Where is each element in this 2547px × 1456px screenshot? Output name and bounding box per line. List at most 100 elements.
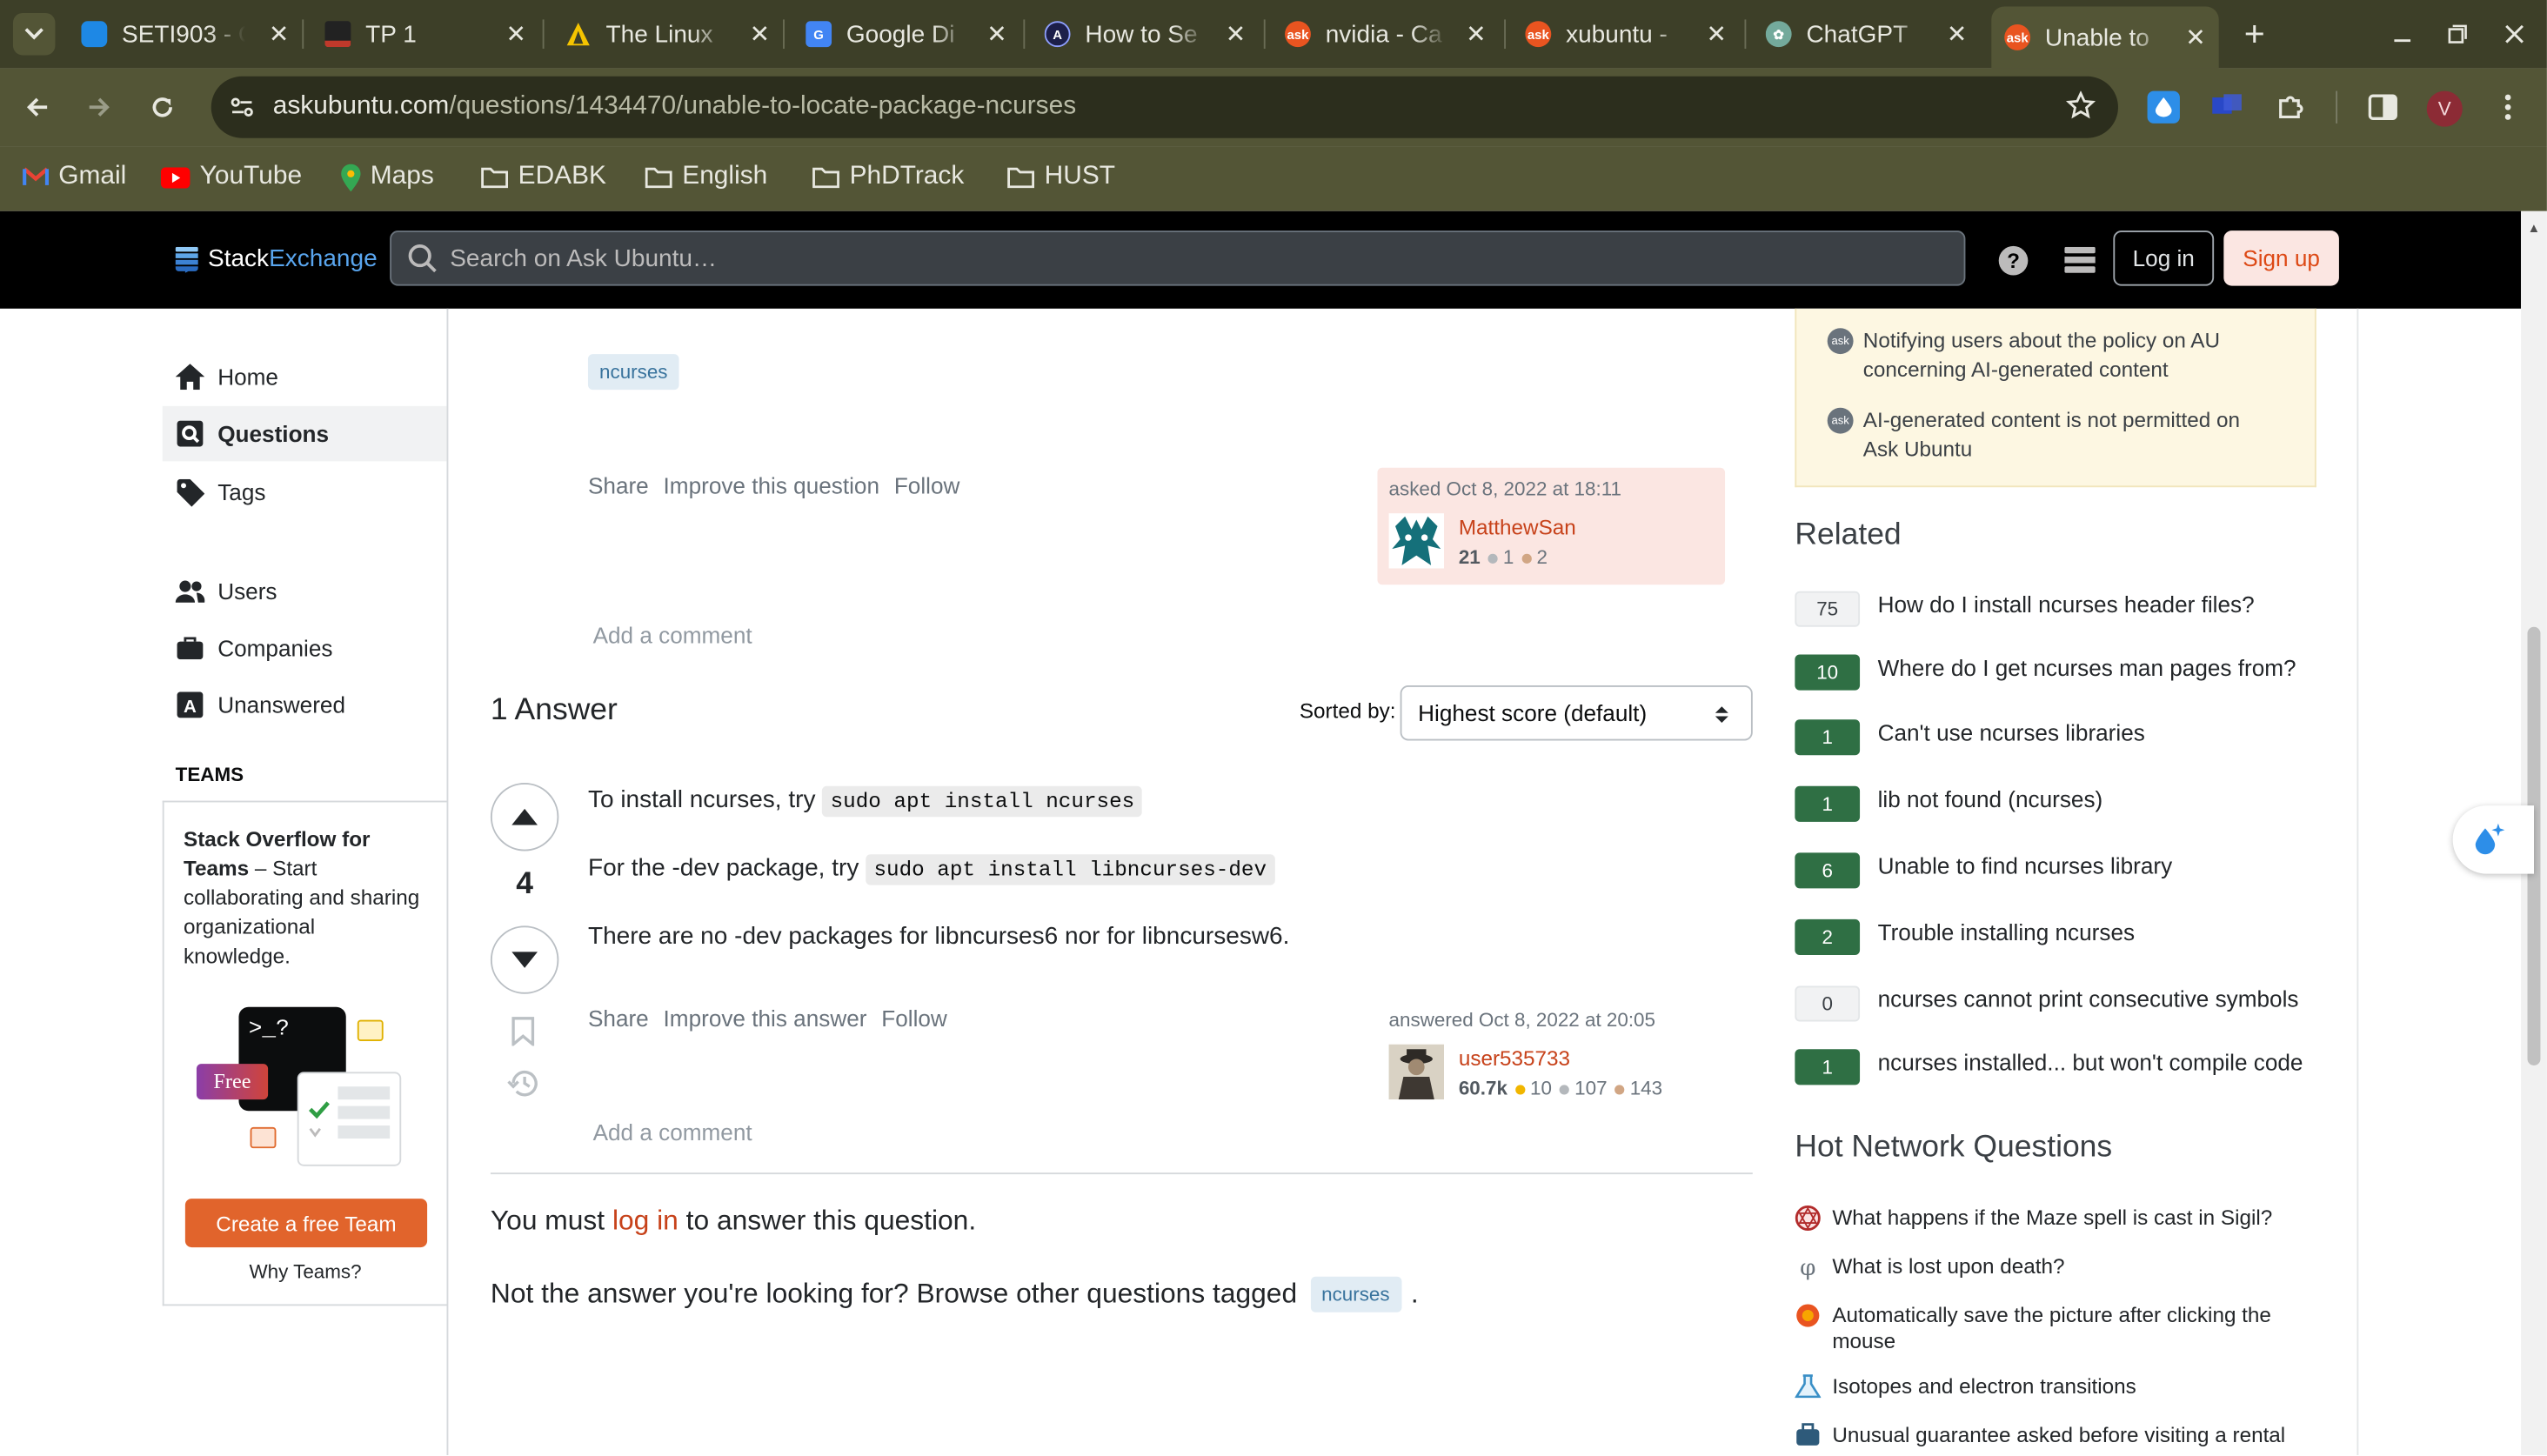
sort-select[interactable]: Highest score (default) xyxy=(1400,685,1753,741)
signup-button[interactable]: Sign up xyxy=(2223,230,2339,286)
follow-question-link[interactable]: Follow xyxy=(894,472,960,498)
back-button[interactable] xyxy=(19,90,55,125)
nav-users[interactable]: Users xyxy=(175,567,277,616)
related-question[interactable]: 10 Where do I get ncurses man pages from? xyxy=(1795,653,2316,704)
bookmark-folder-hust[interactable]: HUST xyxy=(1007,159,1115,195)
site-switcher-icon[interactable] xyxy=(2064,246,2096,283)
bookmark-youtube[interactable]: YouTube xyxy=(160,159,302,195)
close-icon xyxy=(2505,24,2524,43)
create-team-button[interactable]: Create a free Team xyxy=(184,1199,428,1248)
restore-button[interactable] xyxy=(2440,17,2476,52)
bookmark-folder-english[interactable]: English xyxy=(645,159,767,195)
extension-drop-icon[interactable] xyxy=(2147,90,2180,124)
address-bar[interactable]: askubuntu.com/questions/1434470/unable-t… xyxy=(211,76,2118,138)
login-link[interactable]: log in xyxy=(612,1206,679,1236)
bookmark-folder-edabk[interactable]: EDABK xyxy=(481,159,606,195)
login-button[interactable]: Log in xyxy=(2113,230,2215,286)
related-question[interactable]: 1 lib not found (ncurses) xyxy=(1795,785,2316,835)
related-question-title[interactable]: ncurses cannot print consecutive symbols xyxy=(1878,985,2316,1014)
related-question[interactable]: 75 How do I install ncurses header files? xyxy=(1795,591,2315,640)
stackexchange-logo[interactable]: Stack Exchange xyxy=(175,245,378,273)
upvote-button[interactable] xyxy=(490,783,559,852)
tab-google-drive[interactable]: G Google Di ✕ xyxy=(806,10,1007,58)
share-question-link[interactable]: Share xyxy=(588,472,649,498)
close-window-button[interactable] xyxy=(2497,17,2532,52)
search-input[interactable]: Search on Ask Ubuntu… xyxy=(390,230,1966,286)
nav-unanswered[interactable]: A Unanswered xyxy=(176,680,345,729)
answer-add-comment-link[interactable]: Add a comment xyxy=(593,1119,752,1145)
bookmark-star-icon[interactable] xyxy=(2065,90,2096,129)
tab-nvidia[interactable]: ask nvidia - Ca ✕ xyxy=(1285,10,1487,58)
nav-home[interactable]: Home xyxy=(175,352,278,401)
meta-post-2[interactable]: AI-generated content is not permitted on… xyxy=(1863,406,2277,464)
close-tab-icon[interactable]: ✕ xyxy=(506,19,526,49)
tab-seti903[interactable]: SETI903 - C ✕ xyxy=(81,10,289,58)
why-teams-link[interactable]: Why Teams? xyxy=(164,1260,447,1283)
tab-chatgpt[interactable]: ✿ ChatGPT ✕ xyxy=(1765,10,1967,58)
nav-tags[interactable]: Tags xyxy=(176,468,265,517)
tab-unable-to-locate[interactable]: ask Unable to ✕ xyxy=(1991,6,2219,69)
related-question-title[interactable]: lib not found (ncurses) xyxy=(1878,785,2316,814)
avatar[interactable] xyxy=(1388,513,1445,569)
downvote-button[interactable] xyxy=(490,925,559,994)
tab-how-to[interactable]: A How to Se ✕ xyxy=(1044,10,1246,58)
maps-pin-icon xyxy=(341,163,361,191)
close-tab-icon[interactable]: ✕ xyxy=(986,19,1006,49)
folder-icon xyxy=(645,165,672,189)
site-info-icon[interactable] xyxy=(224,94,260,120)
close-tab-icon[interactable]: ✕ xyxy=(1226,19,1246,49)
asked-user-name[interactable]: MatthewSan xyxy=(1459,515,1576,539)
extensions-puzzle-icon[interactable] xyxy=(2272,90,2308,125)
tab-xubuntu[interactable]: ask xubuntu - ✕ xyxy=(1525,10,1727,58)
related-question-title[interactable]: Unable to find ncurses library xyxy=(1878,851,2316,880)
close-tab-icon[interactable]: ✕ xyxy=(1706,19,1726,49)
bookmark-maps[interactable]: Maps xyxy=(341,159,434,195)
meta-post-1[interactable]: Notifying users about the policy on AU c… xyxy=(1863,326,2277,384)
related-question[interactable]: 1 Can't use ncurses libraries xyxy=(1795,719,2315,768)
related-question-title[interactable]: How do I install ncurses header files? xyxy=(1878,590,2316,619)
share-answer-link[interactable]: Share xyxy=(588,1005,649,1032)
tab-tp1[interactable]: TP 1 ✕ xyxy=(324,10,526,58)
related-question[interactable]: 0 ncurses cannot print consecutive symbol… xyxy=(1795,985,2315,1034)
close-tab-icon[interactable]: ✕ xyxy=(750,19,770,49)
floating-assistant-button[interactable] xyxy=(2452,805,2534,874)
bookmark-icon[interactable] xyxy=(511,1017,535,1054)
related-question-title[interactable]: Can't use ncurses libraries xyxy=(1878,718,2316,747)
forward-button[interactable] xyxy=(81,90,117,125)
bookmark-folder-phdtrack[interactable]: PhDTrack xyxy=(812,159,964,195)
tab-linux[interactable]: The Linux ✕ xyxy=(565,10,770,58)
avatar[interactable] xyxy=(1388,1044,1445,1100)
footer-tag[interactable]: ncurses xyxy=(1310,1276,1401,1312)
side-panel-icon[interactable] xyxy=(2365,90,2401,125)
close-tab-icon[interactable]: ✕ xyxy=(1947,19,1967,49)
close-tab-icon[interactable]: ✕ xyxy=(1466,19,1486,49)
improve-question-link[interactable]: Improve this question xyxy=(664,472,879,498)
help-icon[interactable]: ? xyxy=(1998,245,2029,284)
improve-answer-link[interactable]: Improve this answer xyxy=(664,1005,867,1032)
related-question[interactable]: 2 Trouble installing ncurses xyxy=(1795,918,2316,968)
related-question[interactable]: 1 ncurses installed... but won't compile … xyxy=(1795,1049,2315,1098)
extension-translate-icon[interactable] xyxy=(2209,91,2245,124)
nav-companies[interactable]: Companies xyxy=(176,624,332,672)
new-tab-button[interactable]: + xyxy=(2235,13,2274,54)
nav-questions[interactable]: Questions xyxy=(176,410,329,458)
history-icon[interactable] xyxy=(507,1069,539,1106)
menu-kebab-icon[interactable] xyxy=(2491,90,2524,125)
minimize-button[interactable] xyxy=(2384,17,2420,52)
related-question[interactable]: 6 Unable to find ncurses library xyxy=(1795,852,2315,901)
scroll-up-icon[interactable]: ▲ xyxy=(2528,221,2541,236)
profile-avatar[interactable]: V xyxy=(2426,90,2463,127)
reload-icon xyxy=(152,97,172,117)
related-question-title[interactable]: ncurses installed... but won't compile c… xyxy=(1878,1047,2316,1077)
related-question-title[interactable]: Trouble installing ncurses xyxy=(1878,918,2316,947)
answer-user-name[interactable]: user535733 xyxy=(1459,1046,1570,1071)
tab-search-button[interactable] xyxy=(12,12,56,56)
follow-answer-link[interactable]: Follow xyxy=(881,1005,947,1032)
question-add-comment-link[interactable]: Add a comment xyxy=(593,622,752,648)
close-tab-icon[interactable]: ✕ xyxy=(269,19,289,49)
close-tab-icon[interactable]: ✕ xyxy=(2185,23,2205,52)
bookmark-gmail[interactable]: Gmail xyxy=(23,159,126,195)
question-tag[interactable]: ncurses xyxy=(587,354,679,391)
reload-button[interactable] xyxy=(144,90,180,125)
related-question-title[interactable]: Where do I get ncurses man pages from? xyxy=(1878,653,2316,683)
